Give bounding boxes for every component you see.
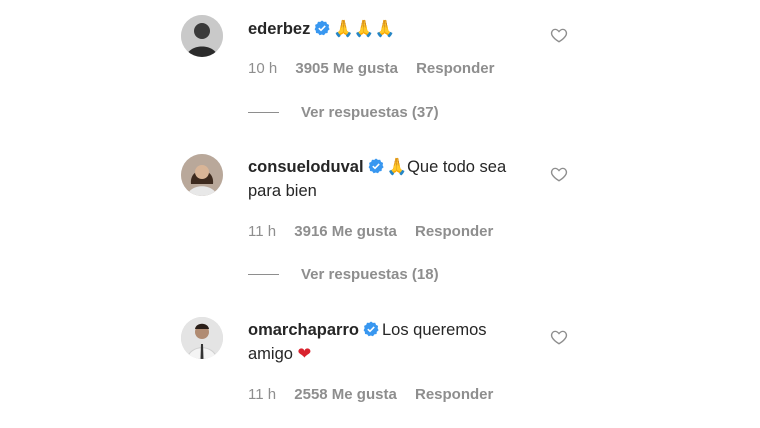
comment-text: omarchaparro Los queremos amigo ❤	[248, 318, 533, 366]
username[interactable]: consueloduval	[248, 158, 364, 176]
avatar-photo-icon	[181, 154, 223, 196]
avatar[interactable]	[181, 154, 223, 196]
likes-count[interactable]: 2558 Me gusta	[294, 386, 397, 403]
username[interactable]: ederbez	[248, 20, 310, 38]
pray-emoji: 🙏🙏🙏	[333, 19, 395, 38]
view-replies-label: Ver respuestas (37)	[301, 104, 439, 121]
likes-count[interactable]: 3916 Me gusta	[294, 223, 397, 240]
reply-button[interactable]: Responder	[416, 60, 494, 77]
verified-badge-icon	[314, 20, 330, 36]
comment-text: ederbez 🙏🙏🙏	[248, 17, 533, 41]
comment-text: consueloduval 🙏Que todo sea para bien	[248, 155, 533, 203]
like-heart-icon[interactable]	[550, 328, 568, 346]
timestamp: 10 h	[248, 60, 278, 77]
replies-divider	[248, 112, 279, 113]
avatar-photo-icon	[181, 317, 223, 359]
comment-meta: 11 h 3916 Me gusta Responder	[248, 223, 507, 240]
comment-meta: 11 h 2558 Me gusta Responder	[248, 386, 507, 403]
avatar[interactable]	[181, 15, 223, 57]
view-replies-button[interactable]: Ver respuestas (37)	[248, 104, 439, 121]
avatar-photo-icon	[181, 15, 223, 57]
like-heart-icon[interactable]	[550, 26, 568, 44]
red-heart-emoji: ❤	[297, 344, 312, 363]
view-replies-button[interactable]: Ver respuestas (18)	[248, 266, 439, 283]
avatar[interactable]	[181, 317, 223, 359]
like-heart-icon[interactable]	[550, 165, 568, 183]
reply-button[interactable]: Responder	[415, 223, 493, 240]
timestamp: 11 h	[248, 386, 277, 403]
likes-count[interactable]: 3905 Me gusta	[295, 60, 398, 77]
view-replies-label: Ver respuestas (18)	[301, 266, 439, 283]
timestamp: 11 h	[248, 223, 277, 240]
comment-meta: 10 h 3905 Me gusta Responder	[248, 60, 508, 77]
verified-badge-icon	[368, 158, 384, 174]
username[interactable]: omarchaparro	[248, 321, 359, 339]
reply-button[interactable]: Responder	[415, 386, 493, 403]
verified-badge-icon	[363, 321, 379, 337]
pray-emoji: 🙏	[386, 157, 408, 176]
replies-divider	[248, 274, 279, 275]
